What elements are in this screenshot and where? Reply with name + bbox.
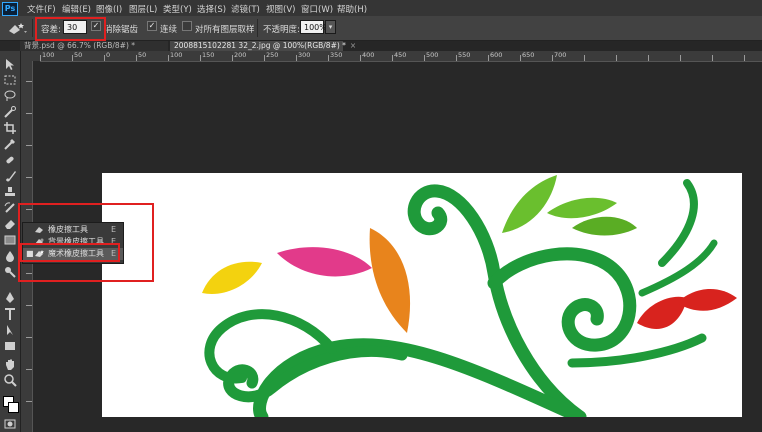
ruler-tick-label: 150 <box>202 51 215 59</box>
menu-view[interactable]: 视图(V) <box>266 3 295 15</box>
tab-document-1[interactable]: 背景.psd @ 66.7% (RGB/8#) * <box>20 41 168 51</box>
options-separator <box>257 19 258 37</box>
dodge-tool-icon[interactable] <box>3 265 17 279</box>
horizontal-ruler: 100 50 0 50 100 150 200 250 300 350 400 … <box>40 51 762 62</box>
menu-filter[interactable]: 滤镜(T) <box>231 3 260 15</box>
opacity-label: 不透明度: <box>263 25 300 35</box>
tab-title: 背景.psd @ 66.7% (RGB/8#) * <box>24 41 136 50</box>
flyout-highlight-box <box>18 203 154 282</box>
magic-eraser-tool-icon[interactable] <box>6 20 28 36</box>
path-selection-tool-icon[interactable] <box>3 323 17 337</box>
quick-mask-icon[interactable] <box>3 417 17 431</box>
opacity-dropdown-button[interactable]: ▾ <box>325 20 336 34</box>
crop-tool-icon[interactable] <box>3 121 17 135</box>
menu-select[interactable]: 选择(S) <box>197 3 226 15</box>
vine-artwork <box>202 175 737 424</box>
contiguous-label: 连续 <box>160 25 178 35</box>
ruler-tick-label: 50 <box>138 51 147 59</box>
tab-title: 2008815102281 32_2.jpg @ 100%(RGB/8#) * <box>174 41 346 50</box>
eraser-tool-icon[interactable] <box>3 217 17 231</box>
menu-layer[interactable]: 图层(L) <box>129 3 157 15</box>
gradient-tool-icon[interactable] <box>3 233 17 247</box>
type-tool-icon[interactable] <box>3 307 17 321</box>
menu-window[interactable]: 窗口(W) <box>301 3 333 15</box>
menu-bar: Ps 文件(F) 编辑(E) 图像(I) 图层(L) 类型(Y) 选择(S) 滤… <box>0 0 762 16</box>
ruler-tick-label: 100 <box>42 51 55 59</box>
sample-all-layers-label: 对所有图层取样 <box>195 25 255 35</box>
rectangle-tool-icon[interactable] <box>3 339 17 353</box>
clone-stamp-tool-icon[interactable] <box>3 185 17 199</box>
ruler-corner <box>20 51 40 61</box>
menu-edit[interactable]: 编辑(E) <box>62 3 91 15</box>
marquee-tool-icon[interactable] <box>3 73 17 87</box>
options-bar: 容差: 30 ✓ 消除锯齿 ✓ 连续 对所有图层取样 不透明度: 100% ▾ <box>0 16 762 41</box>
menu-type[interactable]: 类型(Y) <box>163 3 192 15</box>
move-tool-icon[interactable] <box>3 57 17 71</box>
document-canvas[interactable] <box>102 173 742 424</box>
document-tab-bar: 背景.psd @ 66.7% (RGB/8#) * 2008815102281 … <box>20 41 762 51</box>
ruler-tick-label: 200 <box>234 51 247 59</box>
tolerance-highlight-box <box>35 17 106 41</box>
menu-file[interactable]: 文件(F) <box>27 3 56 15</box>
ruler-tick-label: 700 <box>554 51 567 59</box>
blur-tool-icon[interactable] <box>3 249 17 263</box>
ruler-tick-label: 400 <box>362 51 375 59</box>
healing-brush-tool-icon[interactable] <box>3 153 17 167</box>
sample-all-layers-checkbox[interactable] <box>182 21 192 31</box>
ruler-tick-label: 450 <box>394 51 407 59</box>
pen-tool-icon[interactable] <box>3 291 17 305</box>
ruler-tick-label: 500 <box>426 51 439 59</box>
tab-document-2[interactable]: 2008815102281 32_2.jpg @ 100%(RGB/8#) * × <box>170 41 356 51</box>
background-color-swatch[interactable] <box>8 402 19 413</box>
ruler-tick-label: 350 <box>330 51 343 59</box>
quick-selection-tool-icon[interactable] <box>3 105 17 119</box>
antialias-label: 消除锯齿 <box>104 25 139 35</box>
ruler-tick-label: 600 <box>490 51 503 59</box>
zoom-tool-icon[interactable] <box>3 373 17 387</box>
options-separator <box>32 19 33 37</box>
ruler-tick-label: 100 <box>170 51 183 59</box>
ruler-tick-label: 550 <box>458 51 471 59</box>
hand-tool-icon[interactable] <box>3 357 17 371</box>
brush-tool-icon[interactable] <box>3 169 17 183</box>
close-icon[interactable]: × <box>350 41 356 50</box>
photoshop-logo: Ps <box>2 2 18 16</box>
menu-help[interactable]: 帮助(H) <box>337 3 367 15</box>
ruler-tick-label: 650 <box>522 51 535 59</box>
ruler-tick-label: 250 <box>266 51 279 59</box>
eyedropper-tool-icon[interactable] <box>3 137 17 151</box>
ruler-tick-label: 300 <box>298 51 311 59</box>
opacity-input[interactable]: 100% <box>300 20 327 34</box>
ruler-tick-label: 0 <box>106 51 111 59</box>
menu-image[interactable]: 图像(I) <box>96 3 122 15</box>
contiguous-checkbox[interactable]: ✓ <box>147 21 157 31</box>
lasso-tool-icon[interactable] <box>3 89 17 103</box>
history-brush-tool-icon[interactable] <box>3 201 17 215</box>
ruler-tick-label: 50 <box>74 51 83 59</box>
